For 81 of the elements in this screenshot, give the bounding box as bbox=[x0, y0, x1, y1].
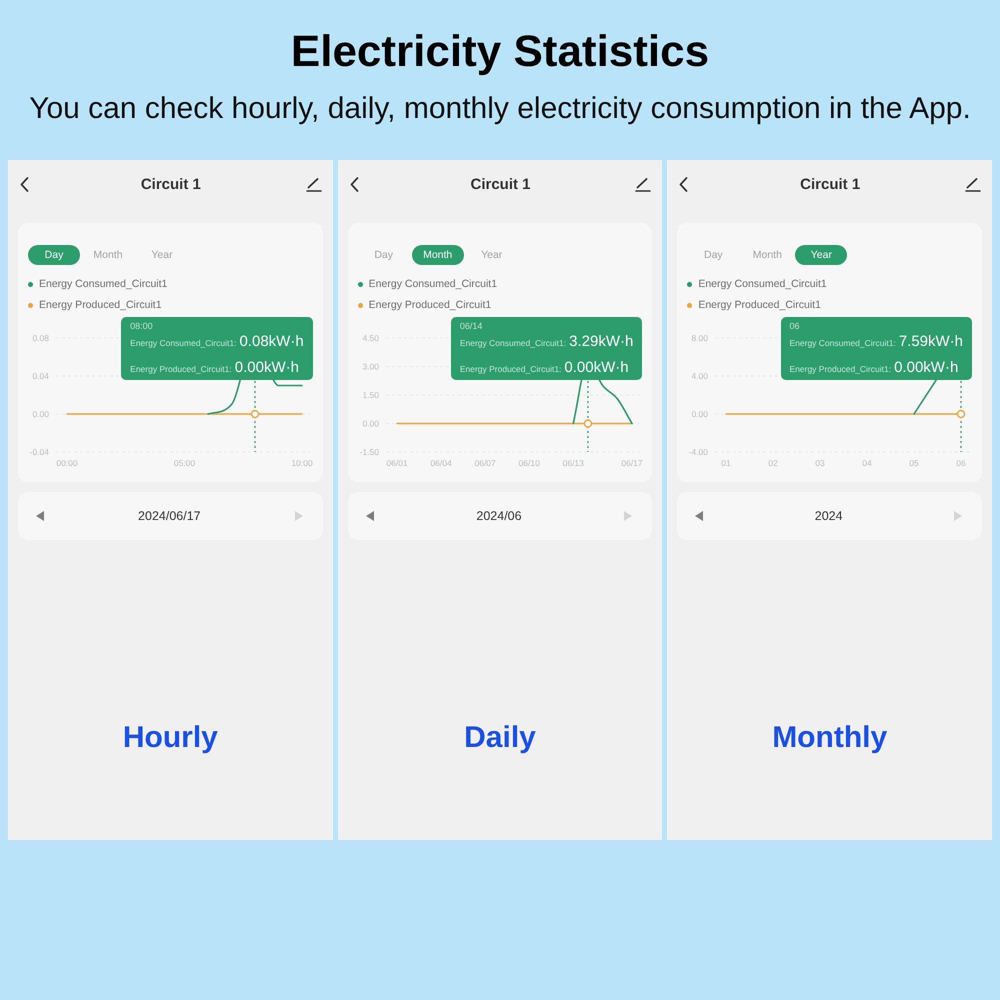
tooltip-value: 0.00kW·h bbox=[564, 359, 629, 377]
y-tick-label: 8.00 bbox=[692, 333, 708, 343]
y-tick-label: -0.04 bbox=[30, 447, 49, 457]
screen-title: Circuit 1 bbox=[470, 176, 531, 192]
date-label: 2024 bbox=[814, 509, 843, 523]
period-tab[interactable]: Day bbox=[358, 245, 410, 265]
back-icon[interactable] bbox=[679, 176, 688, 192]
period-tab[interactable]: Month bbox=[741, 245, 794, 265]
back-icon[interactable] bbox=[350, 176, 359, 192]
legend-label: Energy Produced_Circuit1 bbox=[39, 299, 162, 311]
previous-arrow-icon[interactable] bbox=[695, 511, 704, 521]
x-tick-label: 06/04 bbox=[430, 458, 452, 468]
tooltip-value: 0.00kW·h bbox=[234, 359, 299, 377]
y-tick-label: 0.04 bbox=[32, 371, 49, 381]
page-subtitle: You can check hourly, daily, monthly electricity consumption in the App. bbox=[29, 92, 971, 126]
y-tick-label: 0.08 bbox=[32, 333, 49, 343]
tooltip-label: Energy Consumed_Circuit1: bbox=[790, 338, 896, 348]
x-tick-label: 04 bbox=[862, 458, 872, 468]
period-tab[interactable]: Month bbox=[82, 245, 134, 265]
page-title: Electricity Statistics bbox=[290, 28, 710, 76]
x-tick-label: 01 bbox=[722, 458, 732, 468]
x-tick-label: 06/01 bbox=[386, 458, 408, 468]
tooltip-value: 0.08kW·h bbox=[239, 333, 304, 351]
tooltip-value: 7.59kW·h bbox=[898, 333, 964, 351]
x-tick-label: 05:00 bbox=[174, 458, 196, 468]
tooltip-label: Energy Produced_Circuit1: bbox=[130, 364, 232, 374]
date-label: 2024/06 bbox=[476, 509, 522, 523]
x-tick-label: 06/17 bbox=[621, 458, 642, 468]
y-tick-label: 0.00 bbox=[692, 409, 708, 419]
period-tab[interactable]: Day bbox=[28, 245, 80, 265]
period-tab[interactable]: Day bbox=[687, 245, 740, 265]
back-icon[interactable] bbox=[20, 176, 29, 192]
x-tick-label: 05 bbox=[910, 458, 920, 468]
x-tick-label: 06/13 bbox=[562, 458, 584, 468]
legend-label: Energy Consumed_Circuit1 bbox=[39, 278, 168, 290]
legend-label: Energy Produced_Circuit1 bbox=[698, 299, 821, 311]
x-tick-label: 00:00 bbox=[56, 458, 78, 468]
tooltip-title: 06 bbox=[790, 321, 801, 332]
legend-label: Energy Produced_Circuit1 bbox=[368, 299, 492, 311]
previous-arrow-icon[interactable] bbox=[366, 511, 374, 521]
legend-label: Energy Consumed_Circuit1 bbox=[368, 278, 498, 290]
x-tick-label: 02 bbox=[768, 458, 778, 468]
mode-caption: Daily bbox=[463, 720, 537, 756]
y-tick-label: 0.00 bbox=[362, 418, 379, 428]
edit-icon[interactable] bbox=[306, 176, 322, 192]
y-tick-label: -1.50 bbox=[359, 447, 379, 457]
tooltip-label: Energy Consumed_Circuit1: bbox=[460, 338, 566, 348]
screen-title: Circuit 1 bbox=[140, 176, 201, 192]
tooltip-title: 08:00 bbox=[130, 321, 154, 332]
y-tick-label: 4.50 bbox=[362, 333, 379, 343]
y-tick-label: 3.00 bbox=[362, 362, 379, 372]
period-tab[interactable]: Year bbox=[136, 245, 188, 265]
x-tick-label: 03 bbox=[816, 458, 826, 468]
x-tick-label: 06 bbox=[956, 458, 966, 468]
point-marker-icon bbox=[957, 410, 966, 418]
tooltip-title: 06/14 bbox=[460, 321, 484, 332]
tooltip-label: Energy Produced_Circuit1: bbox=[460, 364, 562, 374]
period-tab[interactable]: Month bbox=[412, 245, 464, 265]
y-tick-label: 0.00 bbox=[32, 409, 49, 419]
y-tick-label: 4.00 bbox=[692, 371, 708, 381]
point-marker-icon bbox=[250, 410, 260, 418]
screen-title: Circuit 1 bbox=[800, 176, 860, 192]
mode-caption: Monthly bbox=[771, 720, 888, 756]
date-label: 2024/06/17 bbox=[138, 509, 201, 523]
edit-icon[interactable] bbox=[965, 176, 982, 192]
tooltip-value: 3.29kW·h bbox=[569, 333, 634, 351]
y-tick-label: 1.50 bbox=[362, 390, 379, 400]
tooltip-label: Energy Consumed_Circuit1: bbox=[130, 338, 236, 348]
period-tab[interactable]: Year bbox=[795, 245, 848, 265]
legend-label: Energy Consumed_Circuit1 bbox=[698, 278, 827, 290]
tooltip-label: Energy Produced_Circuit1: bbox=[790, 364, 892, 374]
previous-arrow-icon[interactable] bbox=[36, 511, 44, 521]
edit-icon[interactable] bbox=[635, 176, 652, 192]
point-marker-icon bbox=[583, 419, 592, 428]
tooltip-value: 0.00kW·h bbox=[894, 359, 958, 377]
period-tab[interactable]: Year bbox=[466, 245, 518, 265]
x-tick-label: 06/10 bbox=[518, 458, 540, 468]
x-tick-label: 06/07 bbox=[474, 458, 496, 468]
x-tick-label: 10:00 bbox=[291, 458, 313, 468]
y-tick-label: -4.00 bbox=[688, 447, 708, 457]
mode-caption: Hourly bbox=[122, 720, 219, 756]
